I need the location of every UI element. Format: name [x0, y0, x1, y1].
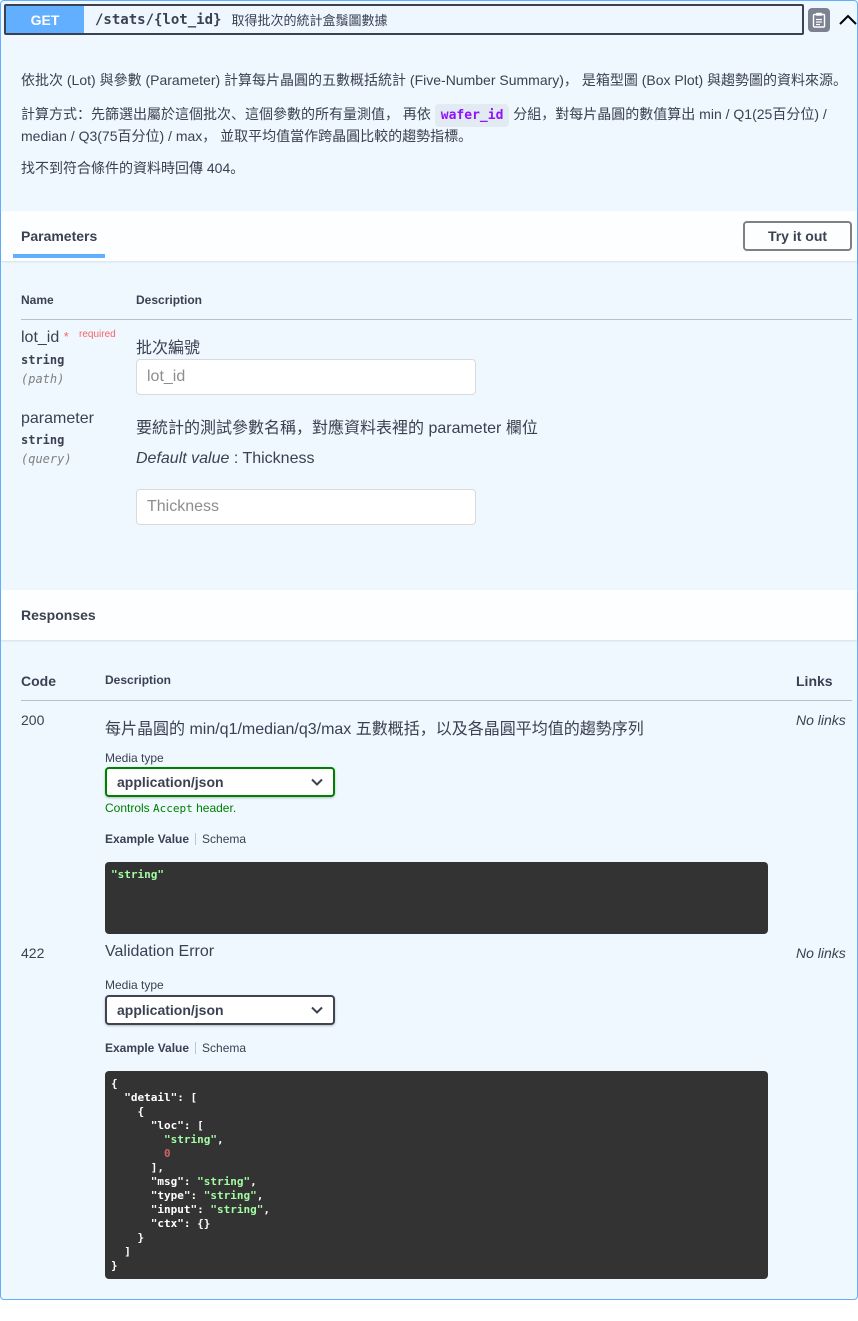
endpoint-path: /stats/{lot_id}	[95, 11, 222, 28]
param-name-lot-id: lot_id *	[21, 329, 69, 347]
required-label: required	[79, 329, 116, 340]
clipboard-icon	[812, 12, 826, 28]
collapse-button[interactable]	[838, 8, 858, 32]
param-location: (path)	[21, 372, 65, 386]
default-value-line: Default value : Thickness	[136, 450, 314, 468]
divider	[21, 700, 852, 701]
media-type-select[interactable]: application/json	[105, 767, 335, 797]
schema-tab[interactable]: Schema	[202, 1041, 246, 1055]
example-schema-tabs: Example Value Schema	[105, 1041, 246, 1055]
media-type-label: Media type	[105, 751, 164, 765]
column-header-description: Description	[136, 293, 203, 307]
operation-summary[interactable]: GET /stats/{lot_id} 取得批次的統計盒鬚圖數據	[4, 4, 804, 35]
example-code-block: { "detail": [ { "loc": [ "string", 0 ], …	[105, 1071, 768, 1279]
example-schema-tabs: Example Value Schema	[105, 832, 246, 846]
tab-underline	[13, 254, 105, 258]
tab-separator	[195, 1042, 197, 1054]
tab-separator	[195, 833, 197, 845]
response-links: No links	[796, 945, 846, 961]
default-value-label: Default value	[136, 450, 230, 467]
divider	[21, 319, 852, 320]
endpoint-summary: 取得批次的統計盒鬚圖數據	[231, 13, 388, 28]
required-star: *	[63, 329, 69, 344]
param-type: string	[21, 433, 65, 447]
lot-id-input[interactable]	[136, 359, 476, 395]
description-paragraph-2: 計算方式：先篩選出屬於這個批次、這個參數的所有量測值， 再依 wafer_id …	[21, 104, 851, 146]
schema-tab[interactable]: Schema	[202, 832, 246, 846]
try-it-out-button[interactable]: Try it out	[743, 221, 852, 251]
response-code-422: 422	[21, 945, 45, 961]
chevron-up-icon	[839, 14, 857, 25]
column-header-code: Code	[21, 673, 56, 689]
column-header-links: Links	[796, 673, 833, 689]
response-code-200: 200	[21, 712, 45, 728]
param-type: string	[21, 353, 65, 367]
description-text: 分組，對每片晶圓的數值算出 min / Q1(25百分位) /	[513, 106, 827, 122]
param-description: 要統計的測試參數名稱，對應資料表裡的 parameter 欄位	[136, 420, 538, 437]
controls-accept-note: Controls Accept header.	[105, 801, 236, 815]
description-paragraph-3: 找不到符合條件的資料時回傳 404。	[21, 160, 245, 176]
responses-header	[1, 590, 857, 640]
parameter-input[interactable]	[136, 489, 476, 525]
response-links: No links	[796, 712, 846, 728]
description-text: 計算方式：先篩選出屬於這個批次、這個參數的所有量測值， 再依	[21, 106, 431, 122]
example-value-tab[interactable]: Example Value	[105, 832, 189, 846]
param-location: (query)	[21, 452, 72, 466]
controls-text: header.	[192, 801, 237, 815]
param-name-parameter: parameter	[21, 410, 94, 427]
column-header-description: Description	[105, 673, 172, 687]
example-code-block: "string"	[105, 862, 768, 934]
inline-code: wafer_id	[434, 104, 510, 127]
param-name-text: lot_id	[21, 329, 60, 346]
response-description: 每片晶圓的 min/q1/median/q3/max 五數概括，以及各晶圓平均值…	[105, 721, 644, 738]
param-description: 批次編號	[136, 340, 201, 357]
media-type-select[interactable]: application/json	[105, 995, 335, 1025]
default-value-separator: :	[229, 450, 243, 467]
http-method-badge: GET	[6, 6, 84, 33]
description-paragraph-1: 依批次 (Lot) 與參數 (Parameter) 計算每片晶圓的五數概括統計 …	[21, 72, 848, 88]
parameters-tab[interactable]: Parameters	[21, 228, 97, 244]
media-type-label: Media type	[105, 978, 164, 992]
response-description: Validation Error	[105, 943, 215, 960]
parameters-header	[1, 211, 857, 261]
default-value: Thickness	[242, 450, 315, 467]
media-type-value: application/json	[117, 1002, 224, 1018]
example-value-tab[interactable]: Example Value	[105, 1041, 189, 1055]
responses-title: Responses	[21, 607, 96, 623]
description-text: median / Q3(75百分位) / max， 並取平均值當作跨晶圓比較的趨…	[21, 128, 473, 144]
controls-text: Controls	[105, 801, 154, 815]
media-type-value: application/json	[117, 774, 224, 790]
copy-path-button[interactable]	[808, 8, 830, 32]
accept-code: Accept	[153, 802, 193, 815]
column-header-name: Name	[21, 293, 54, 307]
chevron-down-icon	[311, 778, 323, 786]
chevron-down-icon	[311, 1006, 323, 1014]
